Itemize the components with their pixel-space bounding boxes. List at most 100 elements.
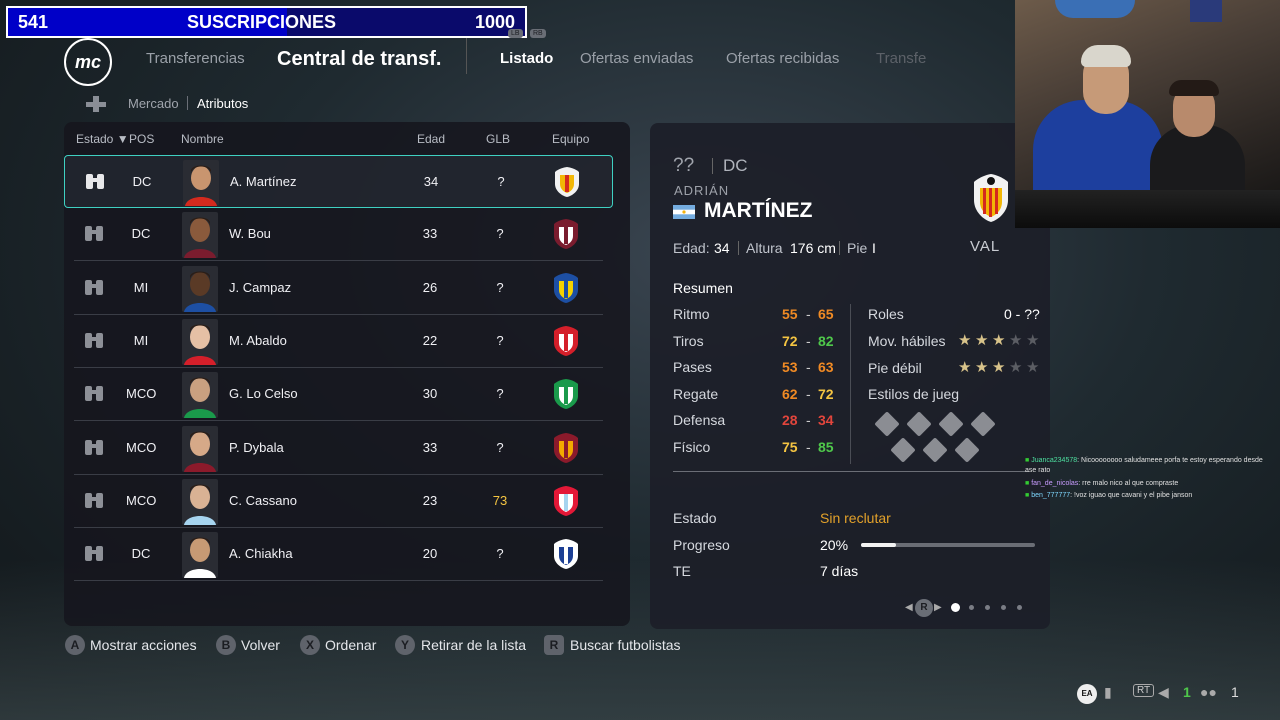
player-name: A. Martínez (230, 174, 297, 189)
stat-min: 62 (782, 385, 798, 402)
player-glb: ? (496, 332, 504, 348)
table-row[interactable]: DC A. Chiakha 20 ? (74, 528, 603, 582)
player-glb: ? (497, 174, 505, 189)
nav-transferencias[interactable]: Transferencias (146, 50, 245, 67)
player-age: 33 (422, 226, 438, 242)
filter-icon[interactable] (84, 94, 108, 114)
tab-ofertas-recibidas[interactable]: Ofertas recibidas (726, 50, 839, 67)
header-edad[interactable]: Edad (417, 132, 445, 146)
pager-r-button[interactable]: R (915, 599, 933, 617)
b-button-icon: B (216, 635, 236, 655)
rating-divider (712, 158, 713, 174)
online-count: 1 (1183, 684, 1191, 700)
star-icon: ★ (1026, 332, 1040, 349)
player-position: MCO (126, 492, 157, 508)
binoculars-icon (85, 546, 103, 562)
stat-dash: - (806, 412, 811, 429)
rt-button-icon: RT (1133, 684, 1155, 697)
header-estado[interactable]: Estado ▼ (76, 132, 129, 146)
pager-dot[interactable] (1001, 605, 1006, 610)
pager-dot[interactable] (985, 605, 990, 610)
table-row[interactable]: DC A. Martínez 34 ? (64, 155, 613, 208)
wall-frame (1190, 0, 1222, 22)
hint-retirar[interactable]: Retirar de la lista (421, 637, 526, 653)
table-row[interactable]: MCO C. Cassano 23 73 (74, 475, 603, 528)
stat-min: 53 (782, 359, 798, 376)
table-row[interactable]: MI J. Campaz 26 ? (74, 262, 603, 315)
club-crest-icon (554, 379, 578, 410)
club-abbreviation: VAL (970, 238, 1001, 255)
table-row[interactable]: MCO G. Lo Celso 30 ? (74, 368, 603, 422)
hint-mostrar-acciones[interactable]: Mostrar acciones (90, 637, 197, 653)
chat-message: ■ Juanca234578: Nicoooooooo saludameee p… (1025, 457, 1263, 464)
chat-message-cont: ase rato (1025, 467, 1051, 474)
player-avatar (182, 478, 218, 525)
player-name: C. Cassano (229, 492, 297, 508)
player-avatar (183, 160, 219, 206)
argentina-flag-icon (673, 205, 695, 219)
player-avatar (182, 372, 218, 419)
subnav-divider (187, 96, 188, 110)
pager-dot-active[interactable] (951, 603, 960, 612)
height-label: Altura (746, 240, 783, 256)
hint-buscar-futbolistas[interactable]: Buscar futbolistas (570, 637, 681, 653)
chat-message: ■ ben_777777: !voz iguao que cavani y el… (1025, 492, 1192, 499)
sort-down-icon: ▼ (116, 132, 129, 146)
header-pos[interactable]: POS (129, 132, 154, 146)
stat-max: 82 (818, 332, 834, 349)
pager-left-icon[interactable]: ◀ (905, 602, 913, 613)
player-avatar (182, 532, 218, 579)
foot-label: Pie (847, 240, 868, 256)
volume-icon[interactable]: ◀ (1158, 684, 1169, 701)
club-crest-icon (554, 432, 578, 463)
x-button-icon: X (300, 635, 320, 655)
users-icon[interactable]: ●● (1200, 684, 1217, 700)
pager-right-icon[interactable]: ▶ (934, 602, 942, 613)
club-crest-icon (555, 167, 579, 197)
y-button-icon: Y (395, 635, 415, 655)
stat-dash: - (806, 306, 811, 322)
player-glb: ? (496, 546, 504, 562)
tab-transferencias-cut[interactable]: Transfe (876, 50, 926, 67)
star-icon: ★ (975, 332, 989, 349)
stat-dash: - (806, 332, 811, 349)
club-crest-icon (554, 485, 578, 516)
table-row[interactable]: MI M. Abaldo 22 ? (74, 315, 603, 368)
header-nombre[interactable]: Nombre (181, 132, 224, 146)
chat-mod-icon: ■ (1025, 480, 1030, 487)
header-equipo[interactable]: Equipo (552, 132, 589, 146)
table-row[interactable]: DC W. Bou 33 ? (74, 208, 603, 262)
career-mode-logo: mc (64, 38, 112, 86)
bio-divider-2 (839, 241, 840, 255)
progress-label: Progreso (673, 537, 730, 553)
player-position: DC (131, 546, 151, 562)
pager-dot[interactable] (969, 605, 974, 610)
subnav-atributos[interactable]: Atributos (197, 96, 248, 111)
status-value: Sin reclutar (820, 510, 891, 526)
wall-decoration (1055, 0, 1135, 18)
hint-volver[interactable]: Volver (241, 637, 280, 653)
table-row[interactable]: MCO P. Dybala 33 ? (74, 422, 603, 475)
tab-listado[interactable]: Listado (500, 50, 553, 67)
tab-ofertas-enviadas[interactable]: Ofertas enviadas (580, 50, 693, 67)
header-glb[interactable]: GLB (486, 132, 510, 146)
roles-label: Roles (868, 306, 904, 322)
stats-bars-icon[interactable]: ▮ (1104, 684, 1112, 701)
hint-ordenar[interactable]: Ordenar (325, 637, 376, 653)
stat-max: 34 (818, 412, 834, 429)
progress-value: 20% (820, 537, 849, 553)
player-position: MI (133, 332, 149, 348)
player-position: DC (132, 174, 152, 189)
stat-label: Tiros (673, 332, 704, 349)
chat-username: fan_de_nicolas (1031, 480, 1079, 487)
rb-shoulder-badge: RB (530, 29, 546, 38)
pager-dot[interactable] (1017, 605, 1022, 610)
player-age: 23 (422, 492, 438, 508)
player-name: J. Campaz (229, 279, 292, 295)
subnav-mercado[interactable]: Mercado (128, 96, 179, 111)
binoculars-icon (85, 332, 103, 348)
player-avatar (182, 425, 218, 472)
stat-label: Pases (673, 359, 712, 376)
player-name: A. Chiakha (229, 546, 293, 562)
player-last-name: MARTÍNEZ (704, 199, 813, 222)
